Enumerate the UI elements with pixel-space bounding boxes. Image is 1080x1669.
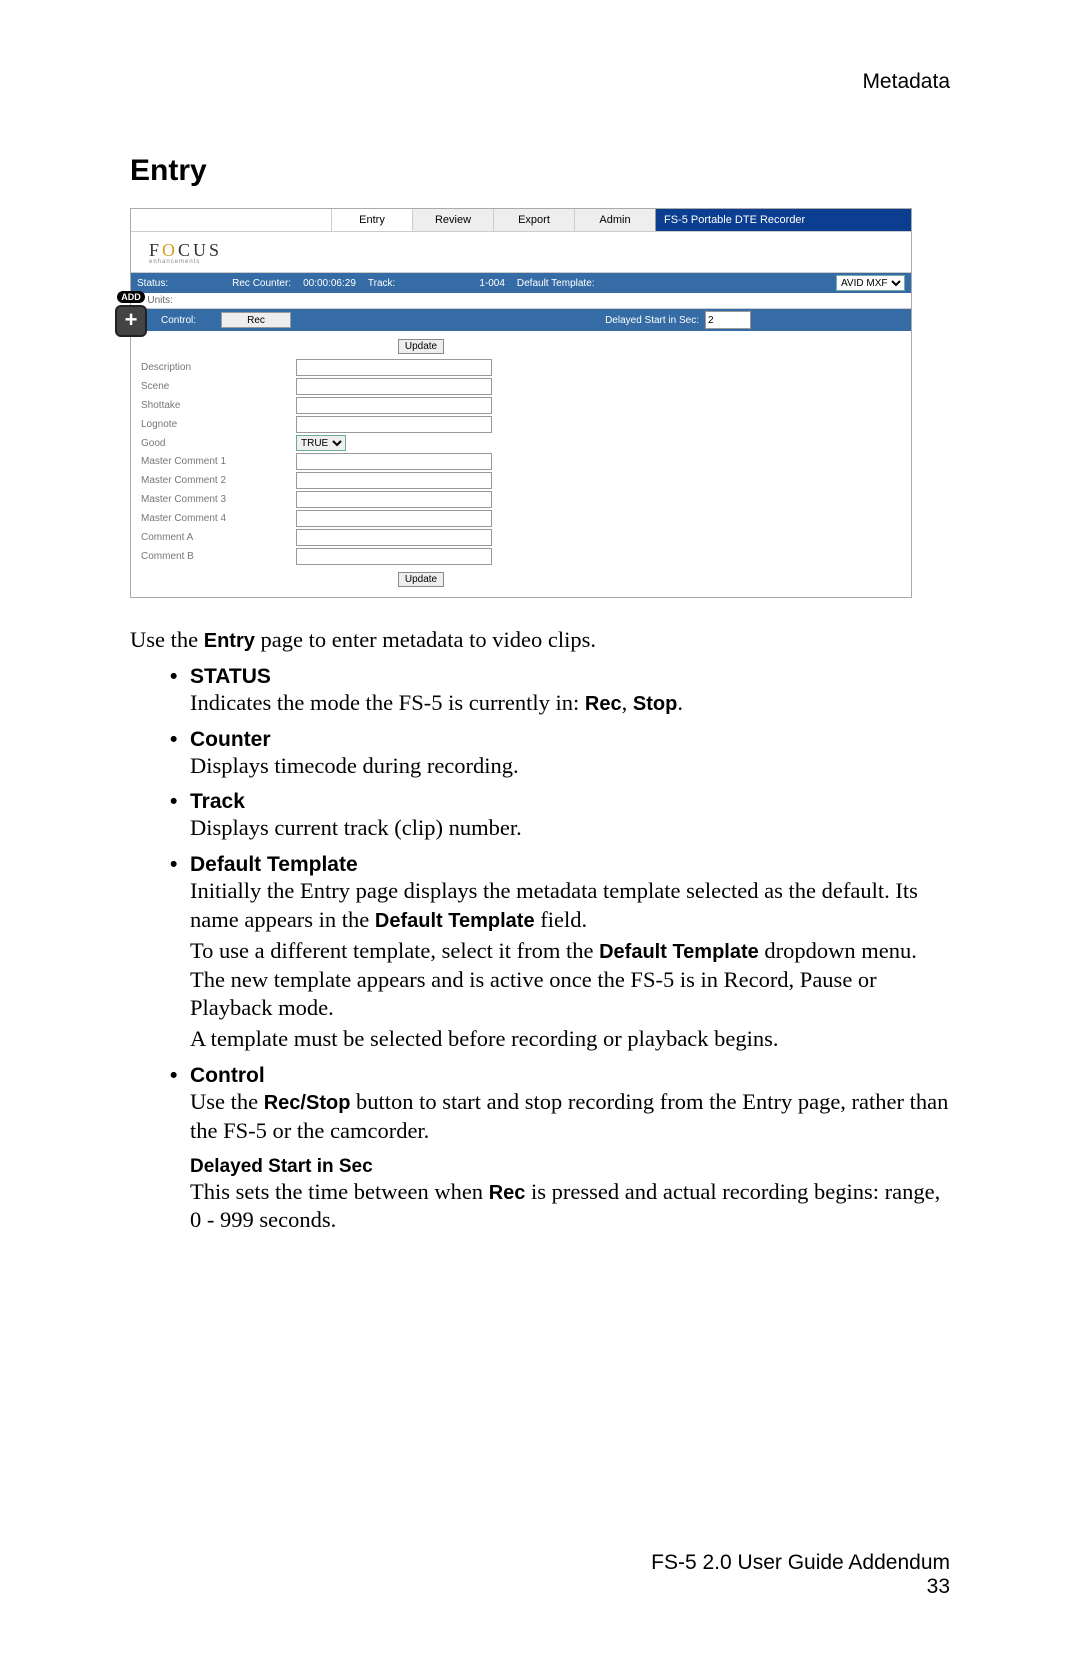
shottake-input[interactable] [296, 397, 492, 414]
dtmpl-p3: A template must be selected before recor… [190, 1025, 950, 1054]
master-comment-4-input[interactable] [296, 510, 492, 527]
status-label: Status: [131, 278, 174, 289]
metadata-table: Description Scene Shottake Lognote GoodT… [137, 358, 493, 566]
delay-label: Delayed Start in Sec: [605, 315, 705, 326]
rec-button[interactable]: Rec [221, 312, 291, 328]
counter-text: Displays timecode during recording. [190, 752, 950, 781]
scene-input[interactable] [296, 378, 492, 395]
bullet-default-template: •Default Template [170, 853, 950, 877]
section-title: Entry [130, 154, 950, 188]
field-label: Master Comment 2 [137, 471, 295, 490]
update-button-bottom[interactable]: Update [398, 572, 444, 587]
master-comment-1-input[interactable] [296, 453, 492, 470]
field-label: Lognote [137, 415, 295, 434]
field-label: Comment A [137, 528, 295, 547]
counter-label: Rec Counter: [226, 278, 297, 289]
units-row: Units: [131, 293, 911, 309]
track-label: Track: [362, 278, 401, 289]
delay-p1: This sets the time between when Rec is p… [190, 1178, 950, 1236]
bullet-track: •Track [170, 790, 950, 814]
master-comment-3-input[interactable] [296, 491, 492, 508]
field-label: Master Comment 1 [137, 452, 295, 471]
description-input[interactable] [296, 359, 492, 376]
bullet-delay: Delayed Start in Sec [190, 1156, 950, 1178]
track-text: Displays current track (clip) number. [190, 814, 950, 843]
control-label: Control: [161, 315, 221, 326]
window-title: FS-5 Portable DTE Recorder [655, 209, 911, 231]
template-select[interactable]: AVID MXF [836, 275, 905, 291]
page-category: Metadata [130, 70, 950, 94]
lognote-input[interactable] [296, 416, 492, 433]
field-label: Good [137, 434, 295, 452]
tab-export[interactable]: Export [493, 209, 574, 231]
tab-admin[interactable]: Admin [574, 209, 655, 231]
add-badge: ADD + [111, 291, 151, 337]
control-p1: Use the Rec/Stop button to start and sto… [190, 1088, 950, 1146]
tab-review[interactable]: Review [412, 209, 493, 231]
update-button-top[interactable]: Update [398, 339, 444, 354]
bullet-control: •Control [170, 1064, 950, 1088]
status-text: Indicates the mode the FS-5 is currently… [190, 689, 950, 718]
field-label: Description [137, 358, 295, 377]
template-label: Default Template: [511, 278, 601, 289]
footer-title: FS-5 2.0 User Guide Addendum [651, 1551, 950, 1575]
field-label: Shottake [137, 396, 295, 415]
field-label: Master Comment 3 [137, 490, 295, 509]
intro-paragraph: Use the Entry page to enter metadata to … [130, 626, 950, 655]
page-footer: FS-5 2.0 User Guide Addendum 33 [651, 1551, 950, 1599]
dtmpl-p2: To use a different template, select it f… [190, 937, 950, 1023]
brand-logo: FOCUS [149, 240, 222, 260]
track-value: 1-004 [473, 278, 511, 289]
entry-page-screenshot: ADD + Entry Review Export Admin FS-5 Por… [130, 208, 912, 598]
bullet-status: •STATUS [170, 665, 950, 689]
dtmpl-p1: Initially the Entry page displays the me… [190, 877, 950, 935]
delay-input[interactable] [705, 311, 751, 329]
tab-entry[interactable]: Entry [331, 209, 412, 231]
good-select[interactable]: TRUE [296, 435, 346, 451]
plus-icon: + [115, 305, 147, 337]
counter-value: 00:00:06:29 [297, 278, 362, 289]
page-number: 33 [651, 1575, 950, 1599]
field-label: Scene [137, 377, 295, 396]
field-label: Comment B [137, 547, 295, 566]
comment-a-input[interactable] [296, 529, 492, 546]
bullet-counter: •Counter [170, 728, 950, 752]
master-comment-2-input[interactable] [296, 472, 492, 489]
field-label: Master Comment 4 [137, 509, 295, 528]
comment-b-input[interactable] [296, 548, 492, 565]
add-badge-label: ADD [117, 291, 145, 303]
